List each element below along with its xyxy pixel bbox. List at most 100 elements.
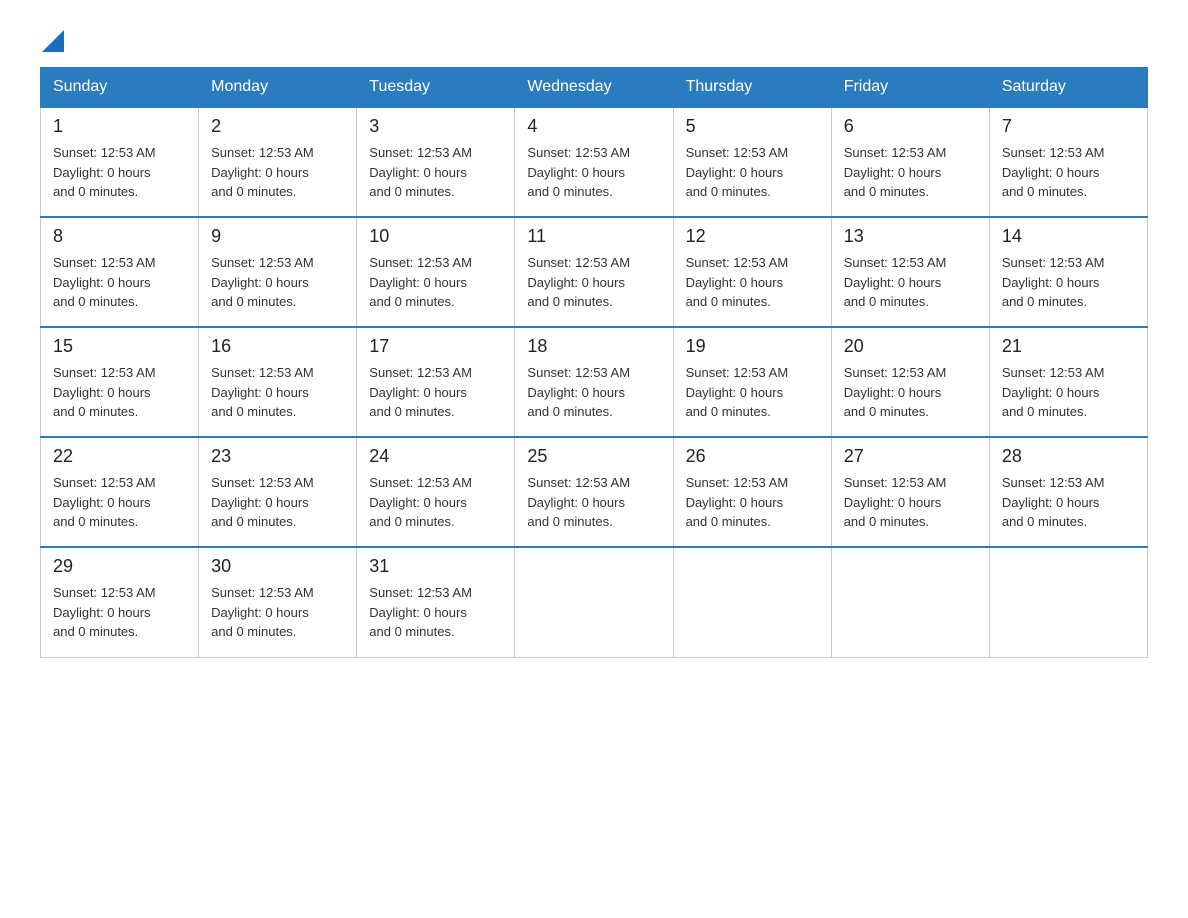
day-info: Sunset: 12:53 AM Daylight: 0 hours and 0… xyxy=(53,473,186,532)
calendar-cell: 6Sunset: 12:53 AM Daylight: 0 hours and … xyxy=(831,107,989,217)
calendar-cell xyxy=(515,547,673,657)
day-number: 20 xyxy=(844,336,977,357)
calendar-cell: 2Sunset: 12:53 AM Daylight: 0 hours and … xyxy=(199,107,357,217)
day-info: Sunset: 12:53 AM Daylight: 0 hours and 0… xyxy=(844,253,977,312)
calendar-cell: 20Sunset: 12:53 AM Daylight: 0 hours and… xyxy=(831,327,989,437)
day-number: 26 xyxy=(686,446,819,467)
day-info: Sunset: 12:53 AM Daylight: 0 hours and 0… xyxy=(686,473,819,532)
day-number: 24 xyxy=(369,446,502,467)
calendar-cell: 19 Sunset: 12:53 AM Daylight: 0 hours and… xyxy=(673,327,831,437)
calendar-cell: 12 Sunset: 12:53 AM Daylight: 0 hours and… xyxy=(673,217,831,327)
calendar-cell: 22Sunset: 12:53 AM Daylight: 0 hours and… xyxy=(41,437,199,547)
day-number: 12 xyxy=(686,226,819,247)
calendar-cell: 31 Sunset: 12:53 AM Daylight: 0 hours and… xyxy=(357,547,515,657)
calendar-cell: 16 Sunset: 12:53 AM Daylight: 0 hours and… xyxy=(199,327,357,437)
day-number: 7 xyxy=(1002,116,1135,137)
day-info: Sunset: 12:53 AM Daylight: 0 hours and 0… xyxy=(844,473,977,532)
day-number: 28 xyxy=(1002,446,1135,467)
day-number: 25 xyxy=(527,446,660,467)
logo-arrow-icon xyxy=(42,30,64,57)
calendar-week-row: 15 Sunset: 12:53 AM Daylight: 0 hours and… xyxy=(41,327,1148,437)
calendar-cell: 26 Sunset: 12:53 AM Daylight: 0 hours and… xyxy=(673,437,831,547)
calendar-cell: 27 Sunset: 12:53 AM Daylight: 0 hours and… xyxy=(831,437,989,547)
day-info: Sunset: 12:53 AM Daylight: 0 hours and 0… xyxy=(53,363,186,422)
day-number: 15 xyxy=(53,336,186,357)
calendar-cell: 30 Sunset: 12:53 AM Daylight: 0 hours and… xyxy=(199,547,357,657)
calendar-cell: 28 Sunset: 12:53 AM Daylight: 0 hours and… xyxy=(989,437,1147,547)
col-sunday: Sunday xyxy=(41,68,199,108)
day-info: Sunset: 12:53 AM Daylight: 0 hours and 0… xyxy=(1002,473,1135,532)
day-number: 8 xyxy=(53,226,186,247)
day-info: Sunset: 12:53 AM Daylight: 0 hours and 0… xyxy=(1002,253,1135,312)
calendar-table: Sunday Monday Tuesday Wednesday Thursday… xyxy=(40,67,1148,658)
calendar-cell: 13 Sunset: 12:53 AM Daylight: 0 hours and… xyxy=(831,217,989,327)
calendar-cell: 3 Sunset: 12:53 AM Daylight: 0 hours and … xyxy=(357,107,515,217)
day-info: Sunset: 12:53 AM Daylight: 0 hours and 0… xyxy=(527,473,660,532)
col-thursday: Thursday xyxy=(673,68,831,108)
day-number: 16 xyxy=(211,336,344,357)
day-info: Sunset: 12:53 AM Daylight: 0 hours and 0… xyxy=(211,143,344,202)
calendar-week-row: 22Sunset: 12:53 AM Daylight: 0 hours and… xyxy=(41,437,1148,547)
day-number: 1 xyxy=(53,116,186,137)
day-info: Sunset: 12:53 AM Daylight: 0 hours and 0… xyxy=(1002,363,1135,422)
day-info: Sunset: 12:53 AM Daylight: 0 hours and 0… xyxy=(53,143,186,202)
calendar-week-row: 1 Sunset: 12:53 AM Daylight: 0 hours and … xyxy=(41,107,1148,217)
day-info: Sunset: 12:53 AM Daylight: 0 hours and 0… xyxy=(527,143,660,202)
calendar-cell: 11Sunset: 12:53 AM Daylight: 0 hours and… xyxy=(515,217,673,327)
day-info: Sunset: 12:53 AM Daylight: 0 hours and 0… xyxy=(211,363,344,422)
calendar-cell: 18 Sunset: 12:53 AM Daylight: 0 hours and… xyxy=(515,327,673,437)
day-number: 27 xyxy=(844,446,977,467)
page-header xyxy=(40,30,1148,57)
day-info: Sunset: 12:53 AM Daylight: 0 hours and 0… xyxy=(369,363,502,422)
day-number: 5 xyxy=(686,116,819,137)
day-number: 19 xyxy=(686,336,819,357)
day-number: 3 xyxy=(369,116,502,137)
day-number: 18 xyxy=(527,336,660,357)
col-wednesday: Wednesday xyxy=(515,68,673,108)
day-info: Sunset: 12:53 AM Daylight: 0 hours and 0… xyxy=(369,143,502,202)
calendar-cell: 4 Sunset: 12:53 AM Daylight: 0 hours and … xyxy=(515,107,673,217)
calendar-cell: 24Sunset: 12:53 AM Daylight: 0 hours and… xyxy=(357,437,515,547)
day-number: 23 xyxy=(211,446,344,467)
day-info: Sunset: 12:53 AM Daylight: 0 hours and 0… xyxy=(844,143,977,202)
day-number: 29 xyxy=(53,556,186,577)
day-number: 21 xyxy=(1002,336,1135,357)
calendar-cell: 9 Sunset: 12:53 AM Daylight: 0 hours and … xyxy=(199,217,357,327)
calendar-cell: 15 Sunset: 12:53 AM Daylight: 0 hours and… xyxy=(41,327,199,437)
calendar-cell xyxy=(989,547,1147,657)
day-number: 9 xyxy=(211,226,344,247)
calendar-cell: 14 Sunset: 12:53 AM Daylight: 0 hours and… xyxy=(989,217,1147,327)
day-number: 4 xyxy=(527,116,660,137)
calendar-cell: 21 Sunset: 12:53 AM Daylight: 0 hours and… xyxy=(989,327,1147,437)
calendar-cell: 17 Sunset: 12:53 AM Daylight: 0 hours and… xyxy=(357,327,515,437)
day-info: Sunset: 12:53 AM Daylight: 0 hours and 0… xyxy=(369,583,502,642)
calendar-week-row: 29 Sunset: 12:53 AM Daylight: 0 hours and… xyxy=(41,547,1148,657)
calendar-week-row: 8 Sunset: 12:53 AM Daylight: 0 hours and … xyxy=(41,217,1148,327)
day-info: Sunset: 12:53 AM Daylight: 0 hours and 0… xyxy=(686,253,819,312)
day-info: Sunset: 12:53 AM Daylight: 0 hours and 0… xyxy=(53,583,186,642)
day-info: Sunset: 12:53 AM Daylight: 0 hours and 0… xyxy=(211,473,344,532)
day-number: 17 xyxy=(369,336,502,357)
day-info: Sunset: 12:53 AM Daylight: 0 hours and 0… xyxy=(527,363,660,422)
calendar-cell: 10 Sunset: 12:53 AM Daylight: 0 hours and… xyxy=(357,217,515,327)
col-monday: Monday xyxy=(199,68,357,108)
day-number: 11 xyxy=(527,226,660,247)
day-number: 31 xyxy=(369,556,502,577)
day-number: 14 xyxy=(1002,226,1135,247)
calendar-cell: 23 Sunset: 12:53 AM Daylight: 0 hours and… xyxy=(199,437,357,547)
day-number: 13 xyxy=(844,226,977,247)
day-info: Sunset: 12:53 AM Daylight: 0 hours and 0… xyxy=(686,363,819,422)
calendar-cell xyxy=(673,547,831,657)
calendar-cell: 5Sunset: 12:53 AM Daylight: 0 hours and … xyxy=(673,107,831,217)
col-friday: Friday xyxy=(831,68,989,108)
day-info: Sunset: 12:53 AM Daylight: 0 hours and 0… xyxy=(211,253,344,312)
calendar-header-row: Sunday Monday Tuesday Wednesday Thursday… xyxy=(41,68,1148,108)
day-info: Sunset: 12:53 AM Daylight: 0 hours and 0… xyxy=(211,583,344,642)
day-number: 30 xyxy=(211,556,344,577)
day-info: Sunset: 12:53 AM Daylight: 0 hours and 0… xyxy=(1002,143,1135,202)
day-info: Sunset: 12:53 AM Daylight: 0 hours and 0… xyxy=(369,253,502,312)
day-number: 10 xyxy=(369,226,502,247)
day-info: Sunset: 12:53 AM Daylight: 0 hours and 0… xyxy=(53,253,186,312)
calendar-cell: 29 Sunset: 12:53 AM Daylight: 0 hours and… xyxy=(41,547,199,657)
col-tuesday: Tuesday xyxy=(357,68,515,108)
